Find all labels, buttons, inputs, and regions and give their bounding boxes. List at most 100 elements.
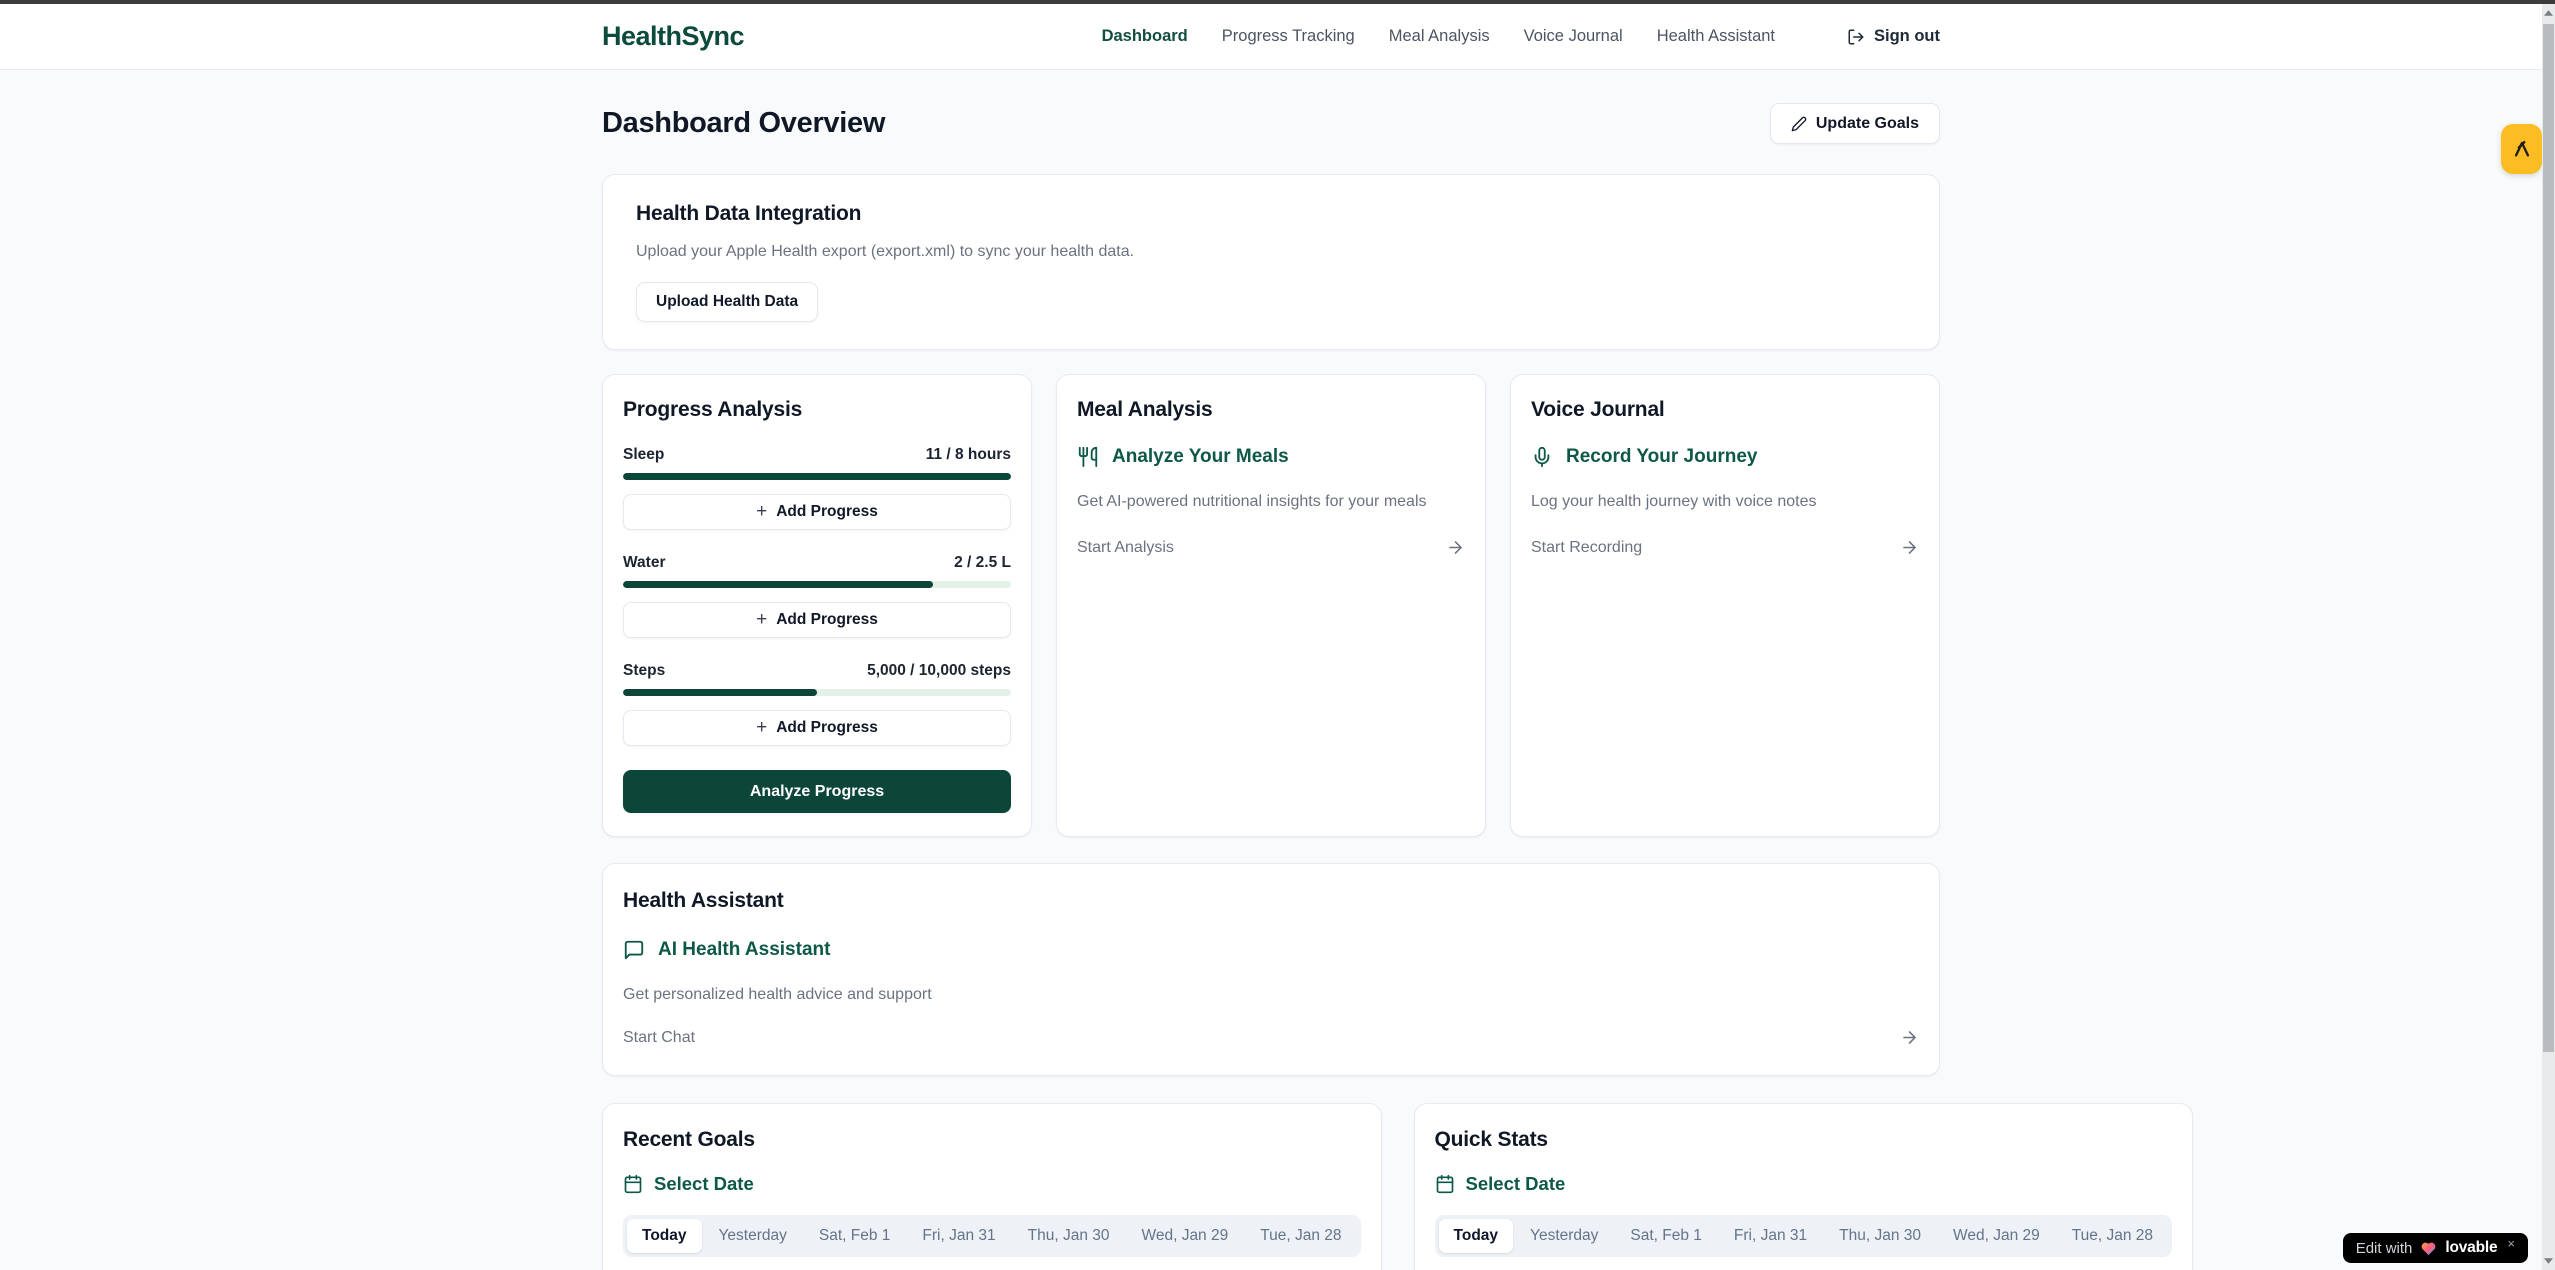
progress-analysis-title: Progress Analysis (623, 398, 1011, 422)
action-label: Start Recording (1531, 539, 1642, 557)
calendar-icon (1435, 1174, 1455, 1194)
vertical-scrollbar (2542, 4, 2555, 1270)
badge-close-icon[interactable]: × (2507, 1236, 2515, 1251)
nav-item-progress-tracking[interactable]: Progress Tracking (1222, 27, 1355, 46)
voice-journal-card: Voice Journal Record Your Journey Log yo… (1510, 374, 1940, 837)
start-chat-link[interactable]: Start Chat (623, 1028, 1919, 1047)
metric-label: Water (623, 554, 666, 572)
health-assistant-card: Health Assistant AI Health Assistant Get… (602, 863, 1940, 1076)
water-progress-bar (623, 581, 1011, 588)
date-tab[interactable]: Yesterday (704, 1219, 802, 1253)
update-goals-button[interactable]: Update Goals (1770, 103, 1940, 144)
nav-item-meal-analysis[interactable]: Meal Analysis (1389, 27, 1490, 46)
steps-progress-bar (623, 689, 1011, 696)
quick-stats-title: Quick Stats (1435, 1128, 2173, 1152)
action-label: Start Analysis (1077, 539, 1174, 557)
pencil-icon (1791, 116, 1807, 132)
gradient-heart-icon (2420, 1240, 2437, 1256)
meal-analysis-card: Meal Analysis Analyze Your Meals Get AI-… (1056, 374, 1486, 837)
chat-bubble-icon (623, 939, 645, 961)
date-tab[interactable]: Wed, Jan 29 (1126, 1219, 1243, 1253)
date-tab[interactable]: Tue, Jan 28 (1245, 1219, 1356, 1253)
integration-description: Upload your Apple Health export (export.… (636, 243, 1906, 261)
scrollbar-down-arrow[interactable] (2542, 1254, 2555, 1268)
meal-analysis-description: Get AI-powered nutritional insights for … (1077, 493, 1465, 511)
dashboard-page: Dashboard Overview Update Goals Health D… (602, 70, 1940, 1270)
lovable-dev-icon (2511, 138, 2533, 160)
arrow-right-icon (1900, 1028, 1919, 1047)
date-tabs: Today Yesterday Sat, Feb 1 Fri, Jan 31 T… (623, 1215, 1361, 1257)
date-tab[interactable]: Yesterday (1515, 1219, 1613, 1253)
date-tab[interactable]: Sat, Feb 1 (804, 1219, 906, 1253)
action-label: Start Chat (623, 1029, 695, 1047)
metric-value: 2 / 2.5 L (954, 554, 1011, 572)
meal-analysis-title: Meal Analysis (1077, 398, 1465, 422)
feature-label: Analyze Your Meals (1112, 446, 1289, 468)
page-title: Dashboard Overview (602, 107, 885, 140)
recent-goals-card: Recent Goals Select Date Today Yesterday… (602, 1103, 1382, 1270)
main-nav: Dashboard Progress Tracking Meal Analysi… (1102, 27, 1940, 46)
voice-journal-title: Voice Journal (1531, 398, 1919, 422)
select-date-label: Select Date (1466, 1173, 1566, 1195)
analyze-progress-button[interactable]: Analyze Progress (623, 770, 1011, 813)
add-progress-label: Add Progress (776, 503, 878, 521)
voice-journal-description: Log your health journey with voice notes (1531, 493, 1919, 511)
upload-health-data-button[interactable]: Upload Health Data (636, 282, 818, 322)
ai-health-assistant-link[interactable]: AI Health Assistant (623, 939, 1919, 961)
sleep-progress-bar (623, 473, 1011, 480)
window-top-edge (0, 0, 2555, 4)
arrow-right-icon (1446, 538, 1465, 557)
record-your-journey-link[interactable]: Record Your Journey (1531, 446, 1919, 468)
add-progress-label: Add Progress (776, 611, 878, 629)
select-date-button[interactable]: Select Date (623, 1173, 1361, 1195)
date-tab[interactable]: Fri, Jan 31 (1719, 1219, 1822, 1253)
nav-item-health-assistant[interactable]: Health Assistant (1657, 27, 1775, 46)
health-assistant-description: Get personalized health advice and suppo… (623, 986, 1919, 1004)
progress-analysis-card: Progress Analysis Sleep 11 / 8 hours + A… (602, 374, 1032, 837)
date-tab[interactable]: Sat, Feb 1 (1615, 1219, 1717, 1253)
start-analysis-link[interactable]: Start Analysis (1077, 538, 1465, 557)
app-header: HealthSync Dashboard Progress Tracking M… (0, 4, 2542, 70)
mic-icon (1531, 446, 1553, 468)
scrollbar-thumb[interactable] (2543, 24, 2554, 1052)
logout-icon (1847, 28, 1865, 46)
lovable-badge[interactable]: Edit with lovable × (2343, 1233, 2528, 1263)
date-tab[interactable]: Tue, Jan 28 (2057, 1219, 2168, 1253)
date-tab[interactable]: Wed, Jan 29 (1938, 1219, 2055, 1253)
analyze-your-meals-link[interactable]: Analyze Your Meals (1077, 446, 1465, 468)
nav-item-voice-journal[interactable]: Voice Journal (1524, 27, 1623, 46)
metric-water: Water 2 / 2.5 L + Add Progress (623, 554, 1011, 638)
calendar-icon (623, 1174, 643, 1194)
badge-brand: lovable (2445, 1239, 2497, 1257)
metric-sleep: Sleep 11 / 8 hours + Add Progress (623, 446, 1011, 530)
add-progress-button-sleep[interactable]: + Add Progress (623, 494, 1011, 530)
app-viewport: HealthSync Dashboard Progress Tracking M… (0, 4, 2542, 1270)
date-tab[interactable]: Today (1439, 1219, 1514, 1253)
health-assistant-title: Health Assistant (623, 889, 1919, 913)
select-date-label: Select Date (654, 1173, 754, 1195)
metric-label: Steps (623, 662, 665, 680)
add-progress-button-water[interactable]: + Add Progress (623, 602, 1011, 638)
utensils-icon (1077, 446, 1099, 468)
start-recording-link[interactable]: Start Recording (1531, 538, 1919, 557)
recent-goals-title: Recent Goals (623, 1128, 1361, 1152)
date-tab[interactable]: Thu, Jan 30 (1824, 1219, 1936, 1253)
add-progress-button-steps[interactable]: + Add Progress (623, 710, 1011, 746)
add-progress-label: Add Progress (776, 719, 878, 737)
nav-item-dashboard[interactable]: Dashboard (1102, 27, 1188, 46)
scrollbar-up-arrow[interactable] (2542, 6, 2555, 20)
sign-out-button[interactable]: Sign out (1847, 27, 1940, 46)
health-data-integration-card: Health Data Integration Upload your Appl… (602, 174, 1940, 350)
arrow-right-icon (1900, 538, 1919, 557)
date-tab[interactable]: Today (627, 1219, 702, 1253)
app-logo[interactable]: HealthSync (602, 21, 744, 52)
date-tab[interactable]: Fri, Jan 31 (907, 1219, 1010, 1253)
plus-icon: + (756, 502, 767, 521)
select-date-button[interactable]: Select Date (1435, 1173, 2173, 1195)
metric-steps: Steps 5,000 / 10,000 steps + Add Progres… (623, 662, 1011, 746)
badge-text: Edit with (2356, 1240, 2413, 1257)
lovable-dev-fab[interactable] (2501, 124, 2542, 174)
quick-stats-card: Quick Stats Select Date Today Yesterday … (1414, 1103, 2194, 1270)
date-tabs: Today Yesterday Sat, Feb 1 Fri, Jan 31 T… (1435, 1215, 2173, 1257)
date-tab[interactable]: Thu, Jan 30 (1013, 1219, 1125, 1253)
